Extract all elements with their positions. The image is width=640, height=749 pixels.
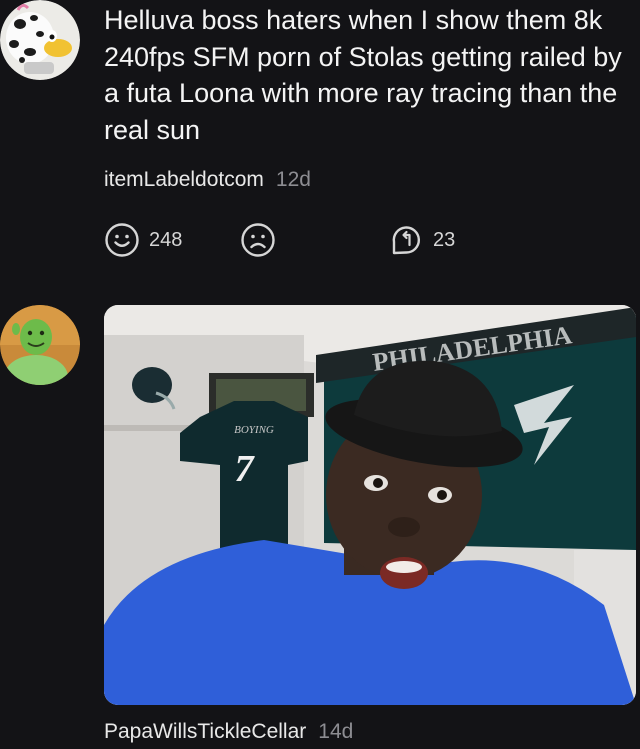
post-text: Helluva boss haters when I show them 8k … [104,5,622,145]
avatar[interactable] [0,0,80,80]
username[interactable]: PapaWillsTickleCellar [104,720,306,743]
avatar[interactable] [0,305,80,385]
timestamp: 12d [275,168,311,191]
reply-meta: PapaWillsTickleCellar 14d [104,720,353,744]
jersey-number: 7 [235,448,256,490]
frown-icon [241,223,275,257]
reply-image[interactable]: BOYING 7 PHILADELPHIA [104,305,636,705]
like-button[interactable]: 248 [104,222,182,258]
jersey-name: BOYING [234,424,274,436]
reply-icon [392,226,421,255]
cow-avatar-icon [0,0,80,80]
smile-icon [105,223,139,257]
dislike-button[interactable] [240,222,276,258]
post-meta: itemLabeldotcom 12d [104,168,311,192]
username[interactable]: itemLabeldotcom [104,168,264,191]
reply-button[interactable]: 23 [388,222,455,258]
timestamp: 14d [318,720,354,743]
ogre-avatar-icon [0,305,80,385]
like-count: 248 [149,228,183,251]
reply-count: 23 [433,228,456,251]
reply-photo: BOYING 7 PHILADELPHIA [104,305,636,705]
